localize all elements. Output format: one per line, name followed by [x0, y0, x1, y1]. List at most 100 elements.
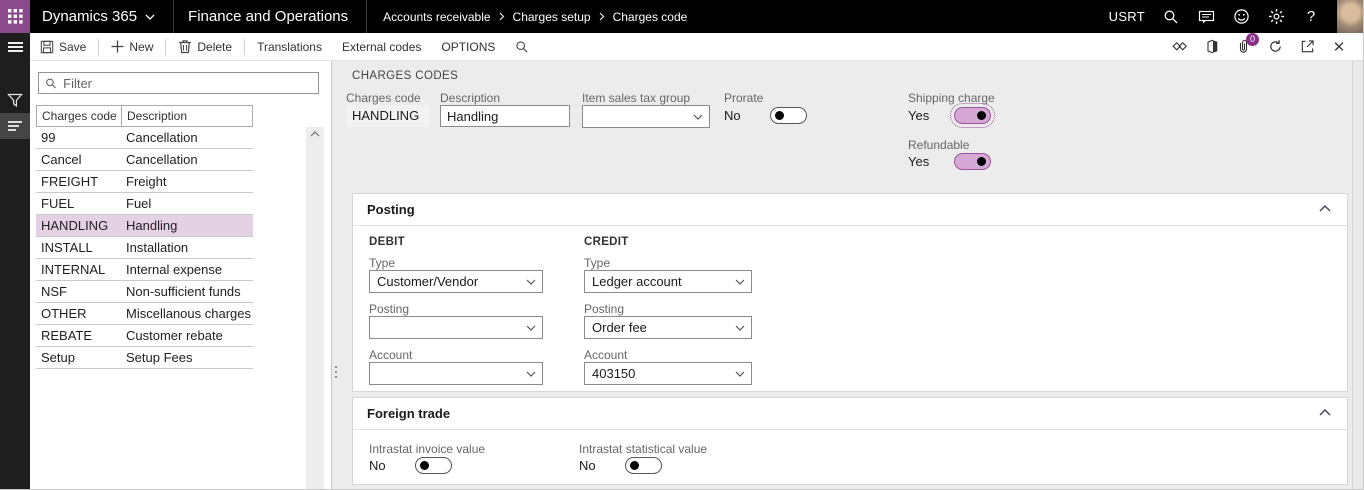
external-codes-button[interactable]: External codes — [332, 33, 431, 60]
table-row[interactable]: SetupSetup Fees — [36, 347, 253, 369]
foreign-trade-section-header[interactable]: Foreign trade — [353, 398, 1347, 430]
message-bubble-icon — [1198, 9, 1215, 25]
list-icon — [8, 119, 22, 133]
charges-list-panel: Charges code Description 99CancellationC… — [30, 61, 331, 490]
collapse-chevron-icon[interactable] — [1319, 205, 1331, 212]
sidebar-list-view-button[interactable] — [0, 113, 30, 139]
table-row[interactable]: CancelCancellation — [36, 149, 253, 171]
delete-button[interactable]: Delete — [168, 33, 242, 60]
debit-account-dropdown[interactable] — [369, 362, 543, 385]
scroll-up-arrow[interactable] — [306, 127, 324, 137]
intrastat-invoice-value-toggle[interactable] — [415, 457, 452, 474]
toolbar-separator — [98, 39, 99, 55]
chevron-down-icon — [145, 14, 155, 20]
company-selector[interactable]: USRT — [1109, 9, 1145, 24]
refundable-toggle[interactable] — [954, 153, 991, 170]
open-in-office-button[interactable] — [1202, 38, 1220, 56]
debit-type-dropdown[interactable]: Customer/Vendor — [369, 270, 543, 293]
open-in-new-window-button[interactable] — [1298, 38, 1316, 56]
column-header-description[interactable]: Description — [122, 106, 252, 126]
intrastat-statistical-value: No — [579, 458, 596, 473]
gear-icon — [1268, 8, 1285, 25]
funnel-icon — [7, 93, 23, 108]
row-charges-code: FREIGHT — [36, 171, 121, 192]
debit-posting-dropdown[interactable] — [369, 316, 543, 339]
row-description: Fuel — [121, 193, 253, 214]
row-description: Customer rebate — [121, 325, 253, 346]
panel-splitter[interactable] — [331, 61, 340, 490]
new-button[interactable]: New — [101, 33, 163, 60]
attachment-count-badge: 0 — [1246, 33, 1259, 46]
close-page-button[interactable]: ✕ — [1330, 38, 1348, 56]
settings-button[interactable] — [1267, 8, 1285, 26]
table-row[interactable]: INTERNALInternal expense — [36, 259, 253, 281]
credit-type-dropdown[interactable]: Ledger account — [584, 270, 752, 293]
credit-account-label: Account — [584, 348, 627, 362]
search-icon — [45, 77, 57, 90]
prorate-label: Prorate — [724, 91, 763, 105]
app-name: Dynamics 365 — [42, 8, 137, 25]
translations-button[interactable]: Translations — [247, 33, 332, 60]
table-row[interactable]: HANDLINGHandling — [36, 215, 253, 237]
column-header-charges-code[interactable]: Charges code — [37, 106, 122, 126]
delete-label: Delete — [197, 40, 232, 54]
list-filter[interactable] — [38, 72, 319, 94]
prorate-toggle[interactable] — [770, 107, 807, 124]
description-field[interactable] — [440, 105, 570, 127]
translations-label: Translations — [257, 40, 322, 54]
table-row[interactable]: FREIGHTFreight — [36, 171, 253, 193]
filter-input[interactable] — [63, 76, 312, 91]
collapse-chevron-icon[interactable] — [1319, 409, 1331, 416]
options-label: OPTIONS — [441, 40, 495, 54]
external-codes-label: External codes — [342, 40, 421, 54]
table-row[interactable]: FUELFuel — [36, 193, 253, 215]
shipping-charge-toggle[interactable] — [954, 107, 991, 124]
nav-hamburger-button[interactable] — [0, 33, 30, 61]
feedback-button[interactable] — [1232, 8, 1250, 26]
app-window: Dynamics 365 Finance and Operations Acco… — [0, 0, 1364, 490]
item-sales-tax-group-dropdown[interactable] — [582, 105, 710, 128]
save-button[interactable]: Save — [30, 33, 96, 60]
intrastat-invoice-value: No — [369, 458, 386, 473]
app-switcher[interactable]: Dynamics 365 — [30, 0, 173, 33]
row-charges-code: Cancel — [36, 149, 121, 170]
list-scrollbar[interactable] — [306, 127, 324, 490]
table-row[interactable]: 99Cancellation — [36, 127, 253, 149]
hamburger-icon — [8, 40, 23, 54]
item-sales-tax-group-label: Item sales tax group — [582, 91, 690, 105]
breadcrumb-page[interactable]: Charges code — [613, 10, 688, 24]
page-scrollbar[interactable] — [1352, 61, 1363, 489]
posting-section: Posting DEBIT CREDIT Type Customer/Vendo… — [352, 193, 1348, 392]
top-navigation-bar: Dynamics 365 Finance and Operations Acco… — [0, 0, 1364, 33]
sidebar-filter-button[interactable] — [0, 87, 30, 113]
chevron-down-icon — [735, 325, 745, 331]
help-button[interactable]: ? — [1302, 8, 1320, 26]
breadcrumb-section[interactable]: Charges setup — [513, 10, 591, 24]
refresh-button[interactable] — [1266, 38, 1284, 56]
intrastat-invoice-value-label: Intrastat invoice value — [369, 442, 485, 456]
row-charges-code: FUEL — [36, 193, 121, 214]
toolbar-search-button[interactable] — [505, 33, 539, 60]
breadcrumb-module[interactable]: Accounts receivable — [383, 10, 490, 24]
options-menu[interactable]: OPTIONS — [431, 33, 505, 60]
credit-account-dropdown[interactable]: 403150 — [584, 362, 752, 385]
posting-section-header[interactable]: Posting — [353, 194, 1347, 226]
messages-button[interactable] — [1197, 8, 1215, 26]
debit-type-label: Type — [369, 256, 395, 270]
waffle-menu-button[interactable] — [0, 0, 30, 33]
chevron-right-icon — [599, 12, 605, 21]
intrastat-statistical-value-toggle[interactable] — [625, 457, 662, 474]
table-row[interactable]: NSFNon-sufficient funds — [36, 281, 253, 303]
attachments-button[interactable]: 0 — [1234, 38, 1252, 56]
table-row[interactable]: REBATECustomer rebate — [36, 325, 253, 347]
action-pane-toolbar: Save New Delete Translations E — [30, 33, 1364, 61]
table-row[interactable]: INSTALLInstallation — [36, 237, 253, 259]
credit-posting-dropdown[interactable]: Order fee — [584, 316, 752, 339]
user-avatar[interactable] — [1337, 0, 1364, 33]
description-label: Description — [440, 91, 500, 105]
table-row[interactable]: OTHERMiscellanous charges — [36, 303, 253, 325]
debit-account-label: Account — [369, 348, 412, 362]
page-title: CHARGES CODES — [352, 70, 458, 82]
related-info-button[interactable] — [1170, 38, 1188, 56]
search-button[interactable] — [1162, 8, 1180, 26]
